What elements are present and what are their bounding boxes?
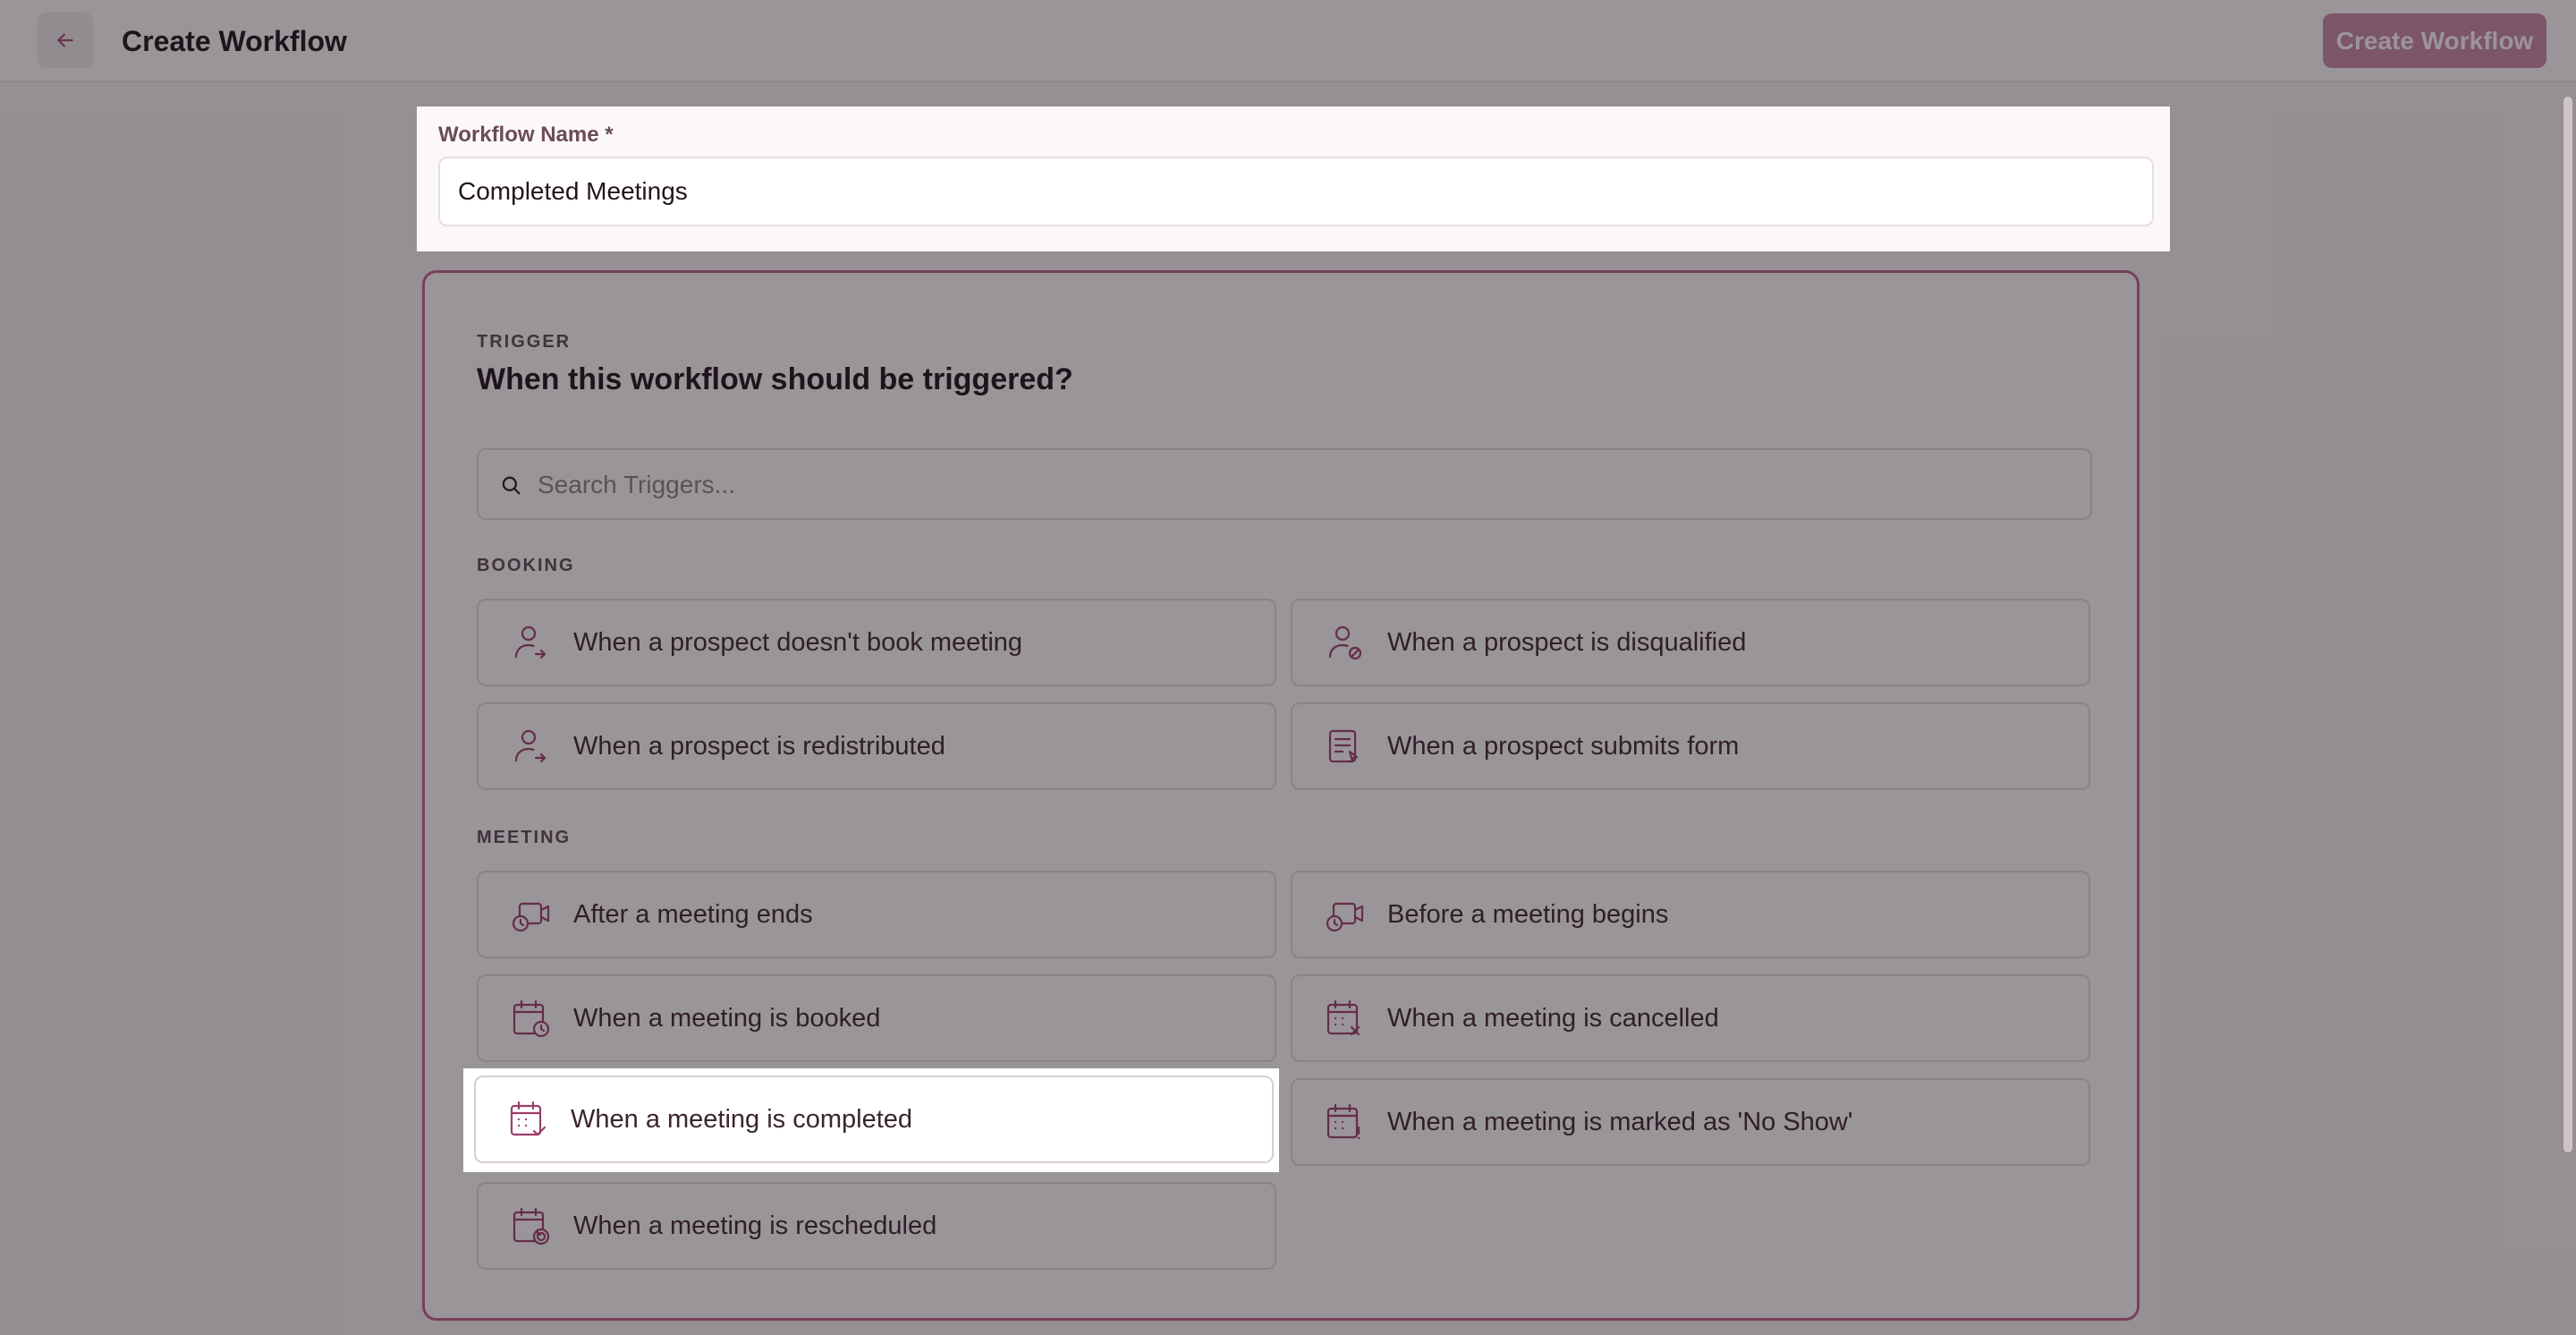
trigger-title: When this workflow should be triggered?	[477, 362, 1073, 396]
user-arrow-icon	[514, 625, 547, 659]
calendar-check-icon	[510, 1101, 547, 1136]
form-icon	[1328, 729, 1359, 763]
user-arrow-icon	[514, 729, 547, 763]
trigger-option[interactable]: When a meeting is marked as 'No Show'	[1291, 1078, 2090, 1166]
group-label-booking: BOOKING	[477, 556, 575, 575]
trigger-option[interactable]: When a prospect is redistributed	[477, 702, 1276, 790]
trigger-option-label: When a meeting is completed	[571, 1104, 913, 1134]
scrollbar[interactable]	[2563, 97, 2572, 1152]
trigger-option-label: When a meeting is marked as 'No Show'	[1387, 1107, 1853, 1136]
video-clock-icon	[512, 902, 550, 932]
trigger-option[interactable]: When a meeting is booked	[477, 974, 1276, 1062]
trigger-option[interactable]: Before a meeting begins	[1291, 871, 2090, 958]
calendar-x-icon	[1326, 999, 1360, 1036]
calendar-refresh-icon	[513, 1207, 550, 1246]
trigger-option-completed[interactable]: When a meeting is completed	[474, 1076, 1274, 1163]
trigger-option[interactable]: When a meeting is rescheduled	[477, 1182, 1276, 1270]
trigger-option-label: After a meeting ends	[573, 899, 813, 929]
create-workflow-button[interactable]: Create Workflow	[2323, 13, 2546, 68]
trigger-option[interactable]: When a prospect submits form	[1291, 702, 2090, 790]
trigger-search[interactable]	[477, 448, 2092, 520]
trigger-option-label: When a prospect submits form	[1387, 731, 1740, 761]
group-label-meeting: MEETING	[477, 828, 572, 847]
trigger-option[interactable]: When a prospect doesn't book meeting	[477, 599, 1276, 686]
trigger-eyebrow: TRIGGER	[477, 332, 572, 352]
calendar-alert-icon	[1326, 1103, 1360, 1140]
workflow-name-section: Workflow Name *	[417, 106, 2170, 251]
search-triggers-input[interactable]	[536, 459, 2078, 511]
top-bar: Create Workflow Create Workflow	[0, 0, 2576, 82]
trigger-option-label: When a prospect is disqualified	[1387, 627, 1747, 657]
trigger-option-label: When a meeting is booked	[573, 1003, 881, 1033]
workflow-name-input[interactable]	[438, 157, 2154, 226]
trigger-option[interactable]: After a meeting ends	[477, 871, 1276, 958]
trigger-option-label: When a meeting is rescheduled	[573, 1211, 937, 1240]
back-button[interactable]	[38, 13, 93, 68]
calendar-clock-icon	[513, 999, 550, 1038]
trigger-option-label: When a prospect is redistributed	[573, 731, 945, 761]
workflow-name-label: Workflow Name *	[438, 123, 614, 147]
trigger-option[interactable]: When a meeting is cancelled	[1291, 974, 2090, 1062]
trigger-option[interactable]: When a prospect is disqualified	[1291, 599, 2090, 686]
video-clock-icon	[1326, 902, 1364, 932]
trigger-option-label: Before a meeting begins	[1387, 899, 1669, 929]
user-block-icon	[1328, 625, 1362, 660]
trigger-option-label: When a prospect doesn't book meeting	[573, 627, 1023, 657]
arrow-left-icon	[57, 33, 73, 47]
trigger-option-label: When a meeting is cancelled	[1387, 1003, 1719, 1033]
page-title: Create Workflow	[122, 25, 347, 57]
search-icon	[502, 476, 521, 495]
